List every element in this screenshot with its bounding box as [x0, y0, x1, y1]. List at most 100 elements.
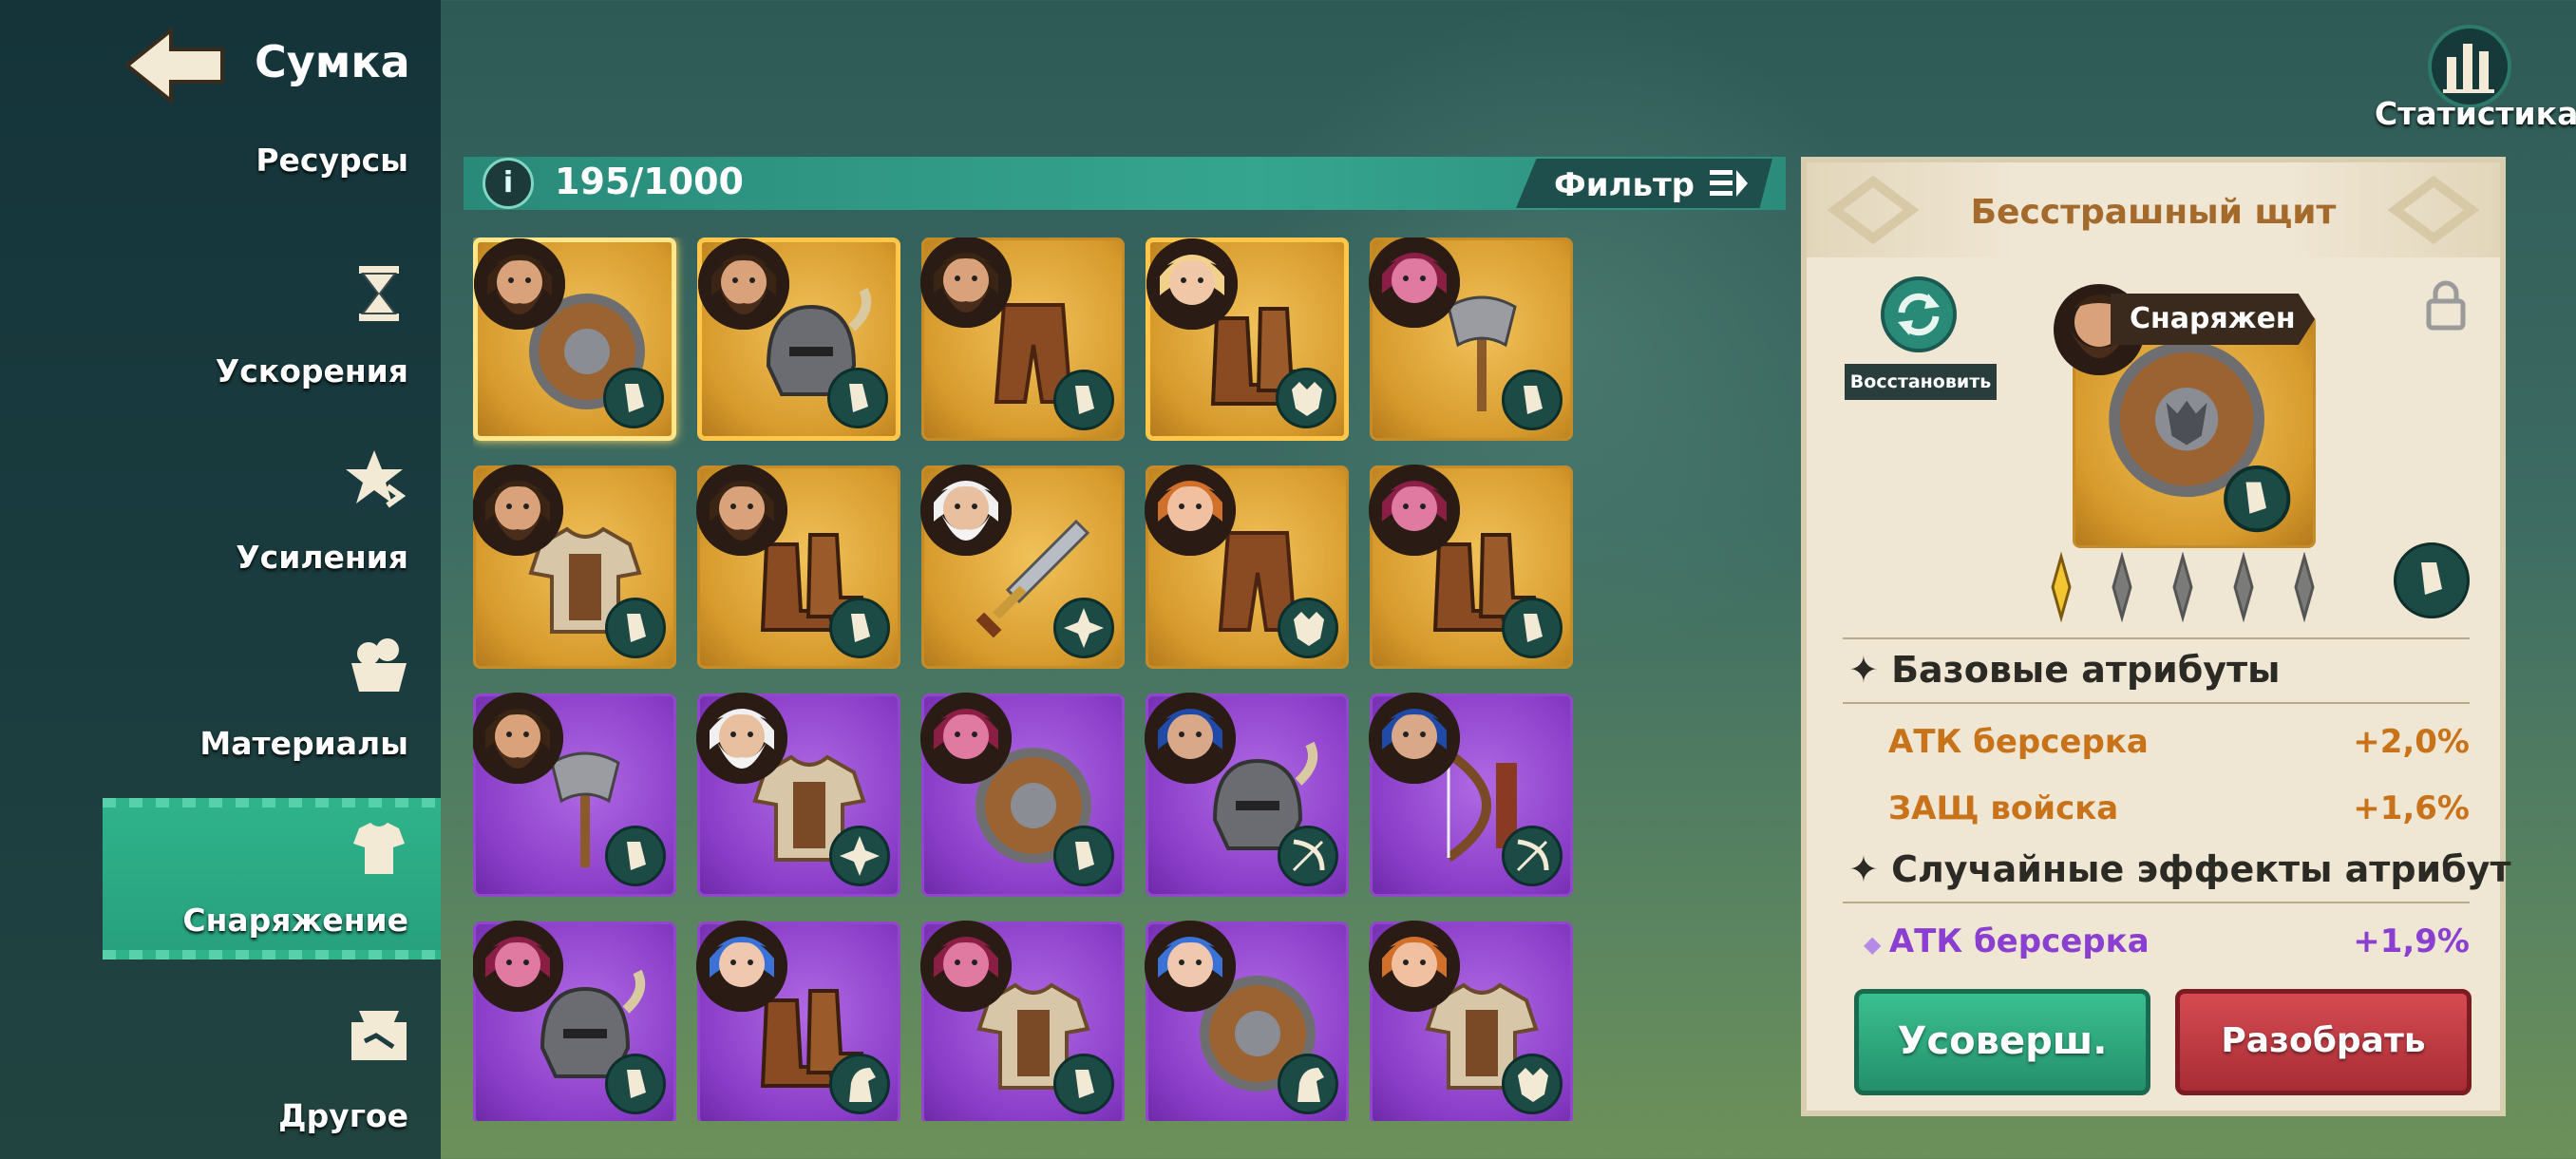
equipment-slot[interactable] — [920, 238, 1125, 441]
hero-portrait-blonde — [1146, 238, 1238, 330]
boot-class-icon — [2394, 542, 2470, 618]
equipment-slot[interactable] — [473, 465, 676, 669]
hero-portrait-dwarf — [696, 465, 787, 556]
hero-portrait-dwarf — [920, 238, 1012, 328]
sidebar-item-materials[interactable]: Материалы — [103, 621, 441, 783]
sidebar: Сумка Ресурсы Ускорения Усиления Материа… — [0, 0, 441, 1159]
base-attributes-header: ✦ Базовые атрибуты — [1848, 649, 2280, 691]
sparkle-icon: ✦ — [1848, 649, 1892, 691]
sidebar-item-label: Ресурсы — [256, 142, 408, 179]
filter-icon — [1710, 170, 1748, 197]
equipment-slot[interactable] — [473, 921, 676, 1121]
equipment-slot[interactable] — [920, 693, 1125, 897]
boot-icon — [1502, 370, 1563, 430]
equipment-slot[interactable] — [1369, 921, 1573, 1121]
hero-portrait-blue-hair — [1369, 693, 1460, 784]
hourglass-icon — [359, 266, 399, 321]
item-detail-panel: Бесстрашный щит Восстановить Снаряжен ✦ … — [1801, 157, 2510, 1116]
boot-icon — [605, 1054, 666, 1114]
attribute-value: +1,6% — [2353, 789, 2470, 827]
sidebar-item-resources[interactable]: Ресурсы — [103, 116, 441, 201]
hero-portrait-pink-elf — [920, 693, 1012, 784]
hero-portrait-dwarf — [473, 465, 563, 556]
equipment-slot[interactable] — [1369, 693, 1573, 897]
equipment-slot[interactable] — [473, 693, 676, 897]
boot-icon — [1502, 598, 1563, 658]
attribute-name: АТК берсерка — [1888, 723, 2149, 761]
info-icon[interactable]: i — [483, 158, 534, 209]
equipment-slot[interactable] — [920, 465, 1125, 669]
random-attributes-header: ✦ Случайные эффекты атрибут — [1848, 848, 2510, 890]
equipment-slot[interactable] — [696, 693, 900, 897]
attribute-row: ЗАЩ войска +1,6% — [1888, 789, 2470, 827]
diamond-icon: ◆ — [1864, 931, 1889, 958]
equipment-slot[interactable] — [920, 921, 1125, 1121]
attribute-name: ЗАЩ войска — [1888, 789, 2119, 827]
equipment-slot[interactable] — [1369, 238, 1573, 441]
equipment-slot[interactable] — [1145, 465, 1349, 669]
hero-portrait-blue-elf — [696, 921, 787, 1012]
wolf-icon — [1502, 1054, 1563, 1114]
filter-button[interactable]: Фильтр — [1516, 159, 1772, 208]
star-rating — [2051, 552, 2315, 622]
equipment-slot[interactable] — [697, 238, 900, 441]
back-button[interactable] — [123, 26, 228, 105]
hero-portrait-blue-elf — [1145, 921, 1236, 1012]
horse-icon — [829, 1054, 890, 1114]
statistics-label: Статистика — [2375, 95, 2576, 132]
star-empty-icon — [2172, 552, 2193, 622]
sidebar-item-label: Усиления — [236, 539, 408, 576]
attribute-name: АТК берсерка — [1888, 922, 2150, 960]
equipment-slot[interactable] — [696, 921, 900, 1121]
restore-button[interactable]: Восстановить — [1845, 276, 1997, 409]
bow-icon — [1278, 826, 1338, 886]
star-empty-icon — [2233, 552, 2254, 622]
equipment-grid — [473, 238, 1584, 1121]
hero-portrait-pink-elf — [920, 921, 1012, 1012]
boot-icon — [829, 598, 890, 658]
statistics-button[interactable]: Статистика — [2375, 19, 2576, 133]
divider — [1843, 902, 2470, 903]
lock-icon[interactable] — [2424, 278, 2468, 332]
sparkle-icon: ✦ — [1848, 848, 1892, 890]
sidebar-item-speedups[interactable]: Ускорения — [103, 249, 441, 410]
hero-portrait-ginger — [1369, 921, 1460, 1012]
random-attribute-row: ◆ АТК берсерка +1,9% — [1864, 922, 2470, 960]
hero-portrait-dwarf — [698, 238, 789, 330]
sidebar-item-boosts[interactable]: Усиления — [103, 435, 441, 597]
star-empty-icon — [2294, 552, 2315, 622]
sidebar-item-equipment[interactable]: Снаряжение — [103, 798, 441, 960]
equipment-slot[interactable] — [696, 465, 900, 669]
wolf-icon — [1276, 368, 1336, 428]
horse-icon — [1278, 1054, 1338, 1114]
restore-label: Восстановить — [1845, 364, 1997, 400]
equipment-slot[interactable] — [1146, 238, 1349, 441]
sidebar-item-label: Ускорения — [215, 352, 408, 390]
sidebar-item-label: Материалы — [199, 725, 408, 762]
hero-portrait-dwarf — [474, 238, 565, 330]
equipment-slot[interactable] — [1145, 693, 1349, 897]
equipment-slot[interactable] — [1145, 921, 1349, 1121]
sidebar-item-other[interactable]: Другое — [103, 994, 441, 1155]
attribute-row: АТК берсерка +2,0% — [1888, 723, 2470, 761]
wolf-icon — [1278, 598, 1338, 658]
shuriken-icon — [829, 826, 890, 886]
star-filled-icon — [2051, 552, 2072, 622]
hero-portrait-pink-elf — [1369, 238, 1460, 328]
disassemble-button[interactable]: Разобрать — [2175, 989, 2472, 1095]
equipment-slot[interactable] — [1369, 465, 1573, 669]
boot-icon — [1053, 826, 1114, 886]
attribute-value: +1,9% — [2353, 922, 2470, 960]
item-title: Бесстрашный щит — [1970, 193, 2337, 232]
hero-portrait-blue-hair — [1145, 693, 1236, 784]
boot-icon — [605, 826, 666, 886]
equipment-slot[interactable] — [473, 238, 676, 441]
refresh-icon — [1881, 276, 1957, 352]
upgrade-button[interactable]: Усоверш. — [1854, 989, 2150, 1095]
boot-icon — [603, 368, 664, 428]
sidebar-item-label: Снаряжение — [182, 902, 408, 939]
inventory-toolbar: i 195/1000 Фильтр — [464, 157, 1786, 210]
star-empty-icon — [2112, 552, 2132, 622]
boot-icon — [1053, 1054, 1114, 1114]
star-boost-icon — [346, 450, 407, 508]
